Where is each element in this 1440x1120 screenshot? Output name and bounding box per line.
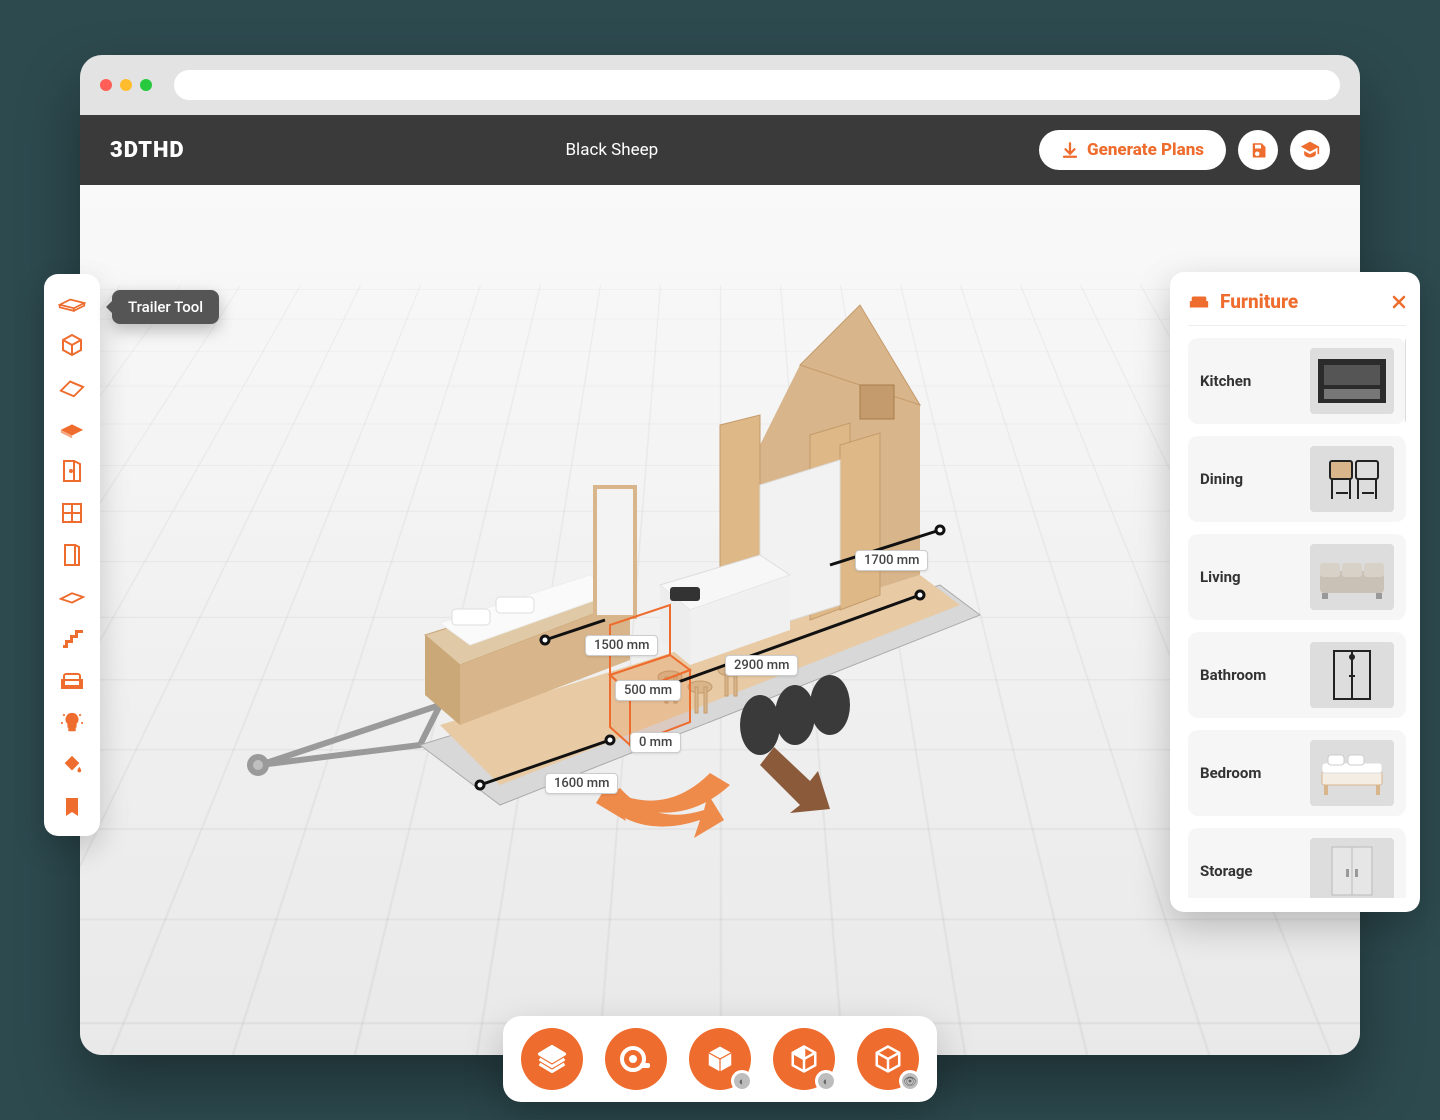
save-icon <box>1249 141 1267 159</box>
floor-tool-button[interactable] <box>52 408 92 450</box>
furniture-tool-button[interactable] <box>52 660 92 702</box>
stairs-icon <box>61 628 83 650</box>
app-header: 3DTHD Black Sheep Generate Plans <box>80 115 1360 185</box>
trailer-icon <box>58 293 86 313</box>
category-thumb <box>1310 838 1394 898</box>
stairs-tool-button[interactable] <box>52 618 92 660</box>
view-section-button[interactable]: ◐ <box>773 1028 835 1090</box>
browser-window: 3DTHD Black Sheep Generate Plans <box>80 55 1360 1055</box>
graduation-cap-icon <box>1300 140 1320 160</box>
cube-solid-icon <box>705 1044 735 1074</box>
cube-icon <box>60 333 84 357</box>
window-tool-button[interactable] <box>52 492 92 534</box>
roof-tool-button[interactable] <box>52 366 92 408</box>
sofa-icon <box>60 672 84 690</box>
category-thumb <box>1310 348 1394 414</box>
door-icon <box>62 459 82 483</box>
category-label: Kitchen <box>1200 372 1251 390</box>
generate-plans-label: Generate Plans <box>1087 140 1204 160</box>
grid-floor <box>80 285 1360 1055</box>
download-icon <box>1061 141 1079 159</box>
viewport-3d[interactable]: 1500 mm 500 mm 0 mm 1600 mm 2900 mm 1700… <box>80 185 1360 1055</box>
tool-tooltip: Trailer Tool <box>112 290 219 324</box>
layers-button[interactable] <box>521 1028 583 1090</box>
category-thumb <box>1310 446 1394 512</box>
window-icon <box>61 502 83 524</box>
save-button[interactable] <box>1238 130 1278 170</box>
deck-tool-button[interactable] <box>52 576 92 618</box>
visibility-badge-icon: ◐ <box>731 1070 753 1092</box>
category-label: Living <box>1200 568 1241 586</box>
browser-chrome <box>80 55 1360 115</box>
deck-icon <box>59 589 85 605</box>
generate-plans-button[interactable]: Generate Plans <box>1039 130 1226 170</box>
category-item-living[interactable]: Living <box>1188 534 1406 620</box>
traffic-light-close[interactable] <box>100 79 112 91</box>
bookmark-tool-button[interactable] <box>52 786 92 828</box>
visibility-badge-icon: ◐ <box>815 1070 837 1092</box>
panel-tool-button[interactable] <box>52 534 92 576</box>
measure-button[interactable] <box>605 1028 667 1090</box>
tape-measure-icon <box>620 1043 652 1075</box>
left-toolbar <box>44 274 100 836</box>
scrollbar-thumb[interactable] <box>1405 338 1406 423</box>
cube-section-icon <box>789 1044 819 1074</box>
paint-tool-button[interactable] <box>52 744 92 786</box>
category-label: Bedroom <box>1200 764 1261 782</box>
category-item-bathroom[interactable]: Bathroom <box>1188 632 1406 718</box>
learn-button[interactable] <box>1290 130 1330 170</box>
layers-icon <box>537 1044 567 1074</box>
category-label: Storage <box>1200 862 1253 880</box>
lighting-tool-button[interactable] <box>52 702 92 744</box>
floor-icon <box>59 420 85 438</box>
furniture-panel: Furniture Kitchen Dining Living Bathro <box>1170 272 1420 912</box>
lightbulb-icon <box>61 712 83 734</box>
view-wire-button[interactable]: 👁 <box>857 1028 919 1090</box>
category-label: Bathroom <box>1200 666 1266 684</box>
door-tool-button[interactable] <box>52 450 92 492</box>
close-icon <box>1392 295 1406 309</box>
bookmark-icon <box>64 796 80 818</box>
trailer-tool-button[interactable] <box>52 282 92 324</box>
traffic-light-min[interactable] <box>120 79 132 91</box>
panel-icon <box>63 543 81 567</box>
sofa-icon <box>1188 293 1210 311</box>
cube-wire-icon <box>873 1044 903 1074</box>
category-item-kitchen[interactable]: Kitchen <box>1188 338 1406 424</box>
bottom-toolbar: ◐ ◐ 👁 <box>503 1016 937 1102</box>
category-label: Dining <box>1200 470 1243 488</box>
category-item-dining[interactable]: Dining <box>1188 436 1406 522</box>
category-item-storage[interactable]: Storage <box>1188 828 1406 898</box>
panel-list[interactable]: Kitchen Dining Living Bathroom Bedroom <box>1188 338 1406 898</box>
traffic-light-max[interactable] <box>140 79 152 91</box>
category-thumb <box>1310 642 1394 708</box>
url-bar[interactable] <box>174 70 1340 100</box>
panel-close-button[interactable] <box>1392 295 1406 309</box>
header-actions: Generate Plans <box>1039 130 1330 170</box>
app-logo: 3DTHD <box>110 138 185 163</box>
category-item-bedroom[interactable]: Bedroom <box>1188 730 1406 816</box>
visibility-badge-icon: 👁 <box>899 1070 921 1092</box>
roof-icon <box>59 377 85 397</box>
category-thumb <box>1310 544 1394 610</box>
view-solid-button[interactable]: ◐ <box>689 1028 751 1090</box>
panel-title: Furniture <box>1220 290 1298 313</box>
category-thumb <box>1310 740 1394 806</box>
paint-bucket-icon <box>61 754 83 776</box>
project-title: Black Sheep <box>185 140 1039 160</box>
cube-tool-button[interactable] <box>52 324 92 366</box>
